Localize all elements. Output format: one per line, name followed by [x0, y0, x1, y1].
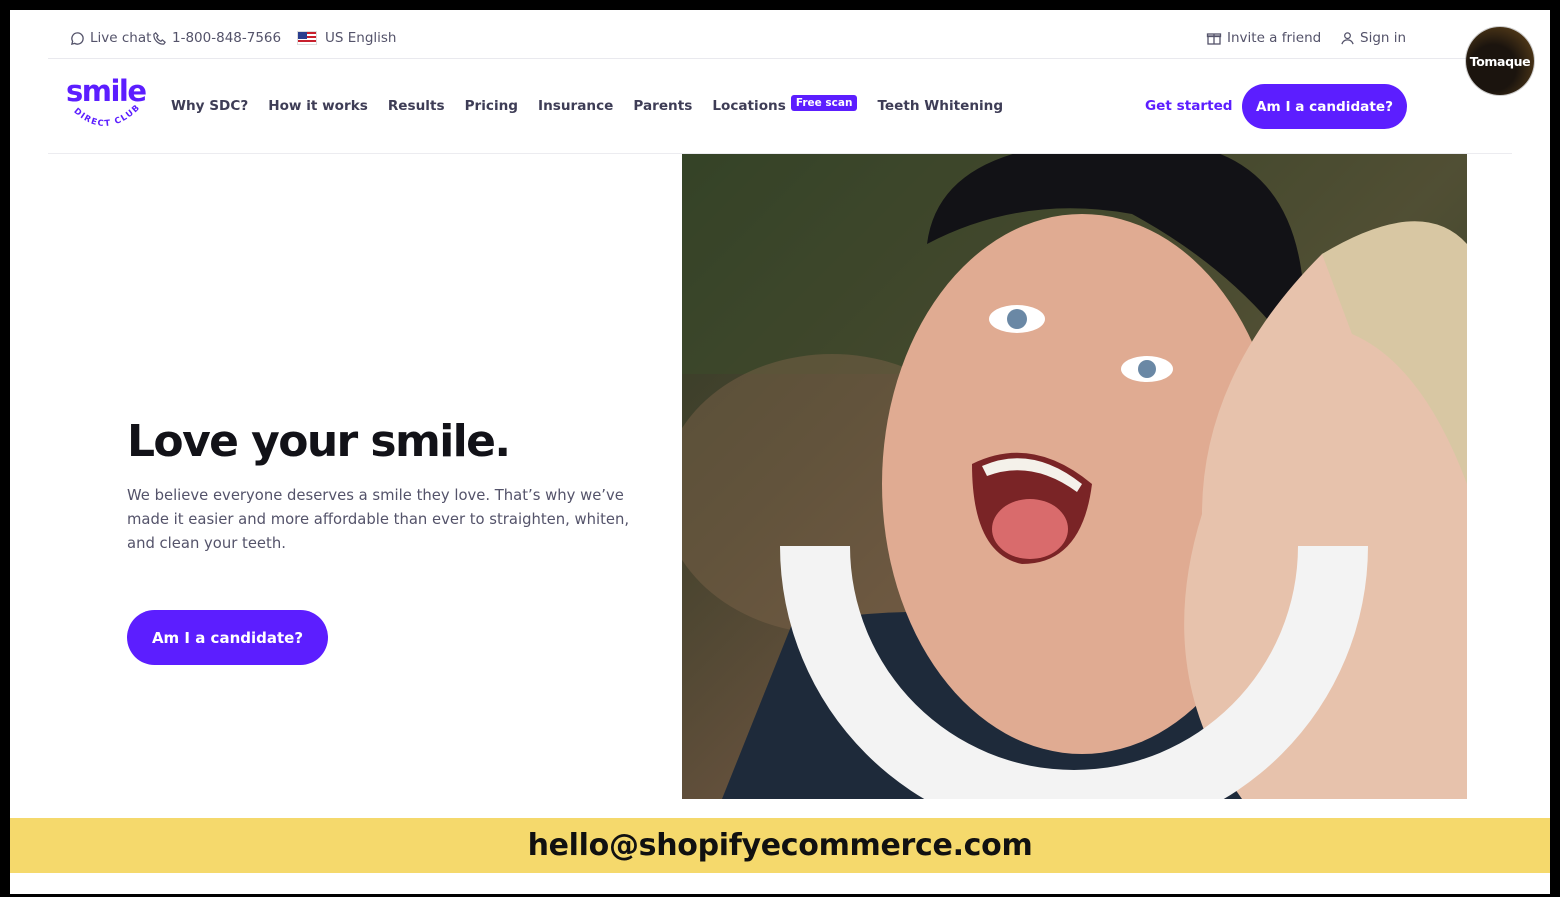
hero-candidate-label: Am I a candidate?: [151, 628, 304, 647]
sign-in-label: Sign in: [1360, 30, 1407, 46]
nav-link-locations[interactable]: Locations: [712, 98, 786, 114]
live-chat-link[interactable]: Live chat: [70, 30, 151, 46]
hero-photo: [682, 154, 1467, 799]
nav-links: Why SDC? How it works Results Pricing In…: [171, 95, 1023, 114]
logo-wordmark: smile: [66, 74, 147, 108]
nav-link-pricing[interactable]: Pricing: [465, 98, 518, 114]
logo-arc-text: DIRECT CLUB: [72, 104, 142, 128]
free-scan-badge[interactable]: Free scan: [790, 95, 858, 111]
nav-link-teeth-whitening[interactable]: Teeth Whitening: [877, 98, 1003, 114]
gift-icon: [1206, 33, 1222, 45]
utility-bar: Live chat 1-800-848-7566 US English Invi…: [48, 10, 1512, 59]
contact-email[interactable]: hello@shopifyecommerce.com: [528, 828, 1033, 863]
svg-text:DIRECT CLUB: DIRECT CLUB: [72, 104, 142, 128]
nav-link-insurance[interactable]: Insurance: [538, 98, 613, 114]
browser-viewport: Live chat 1-800-848-7566 US English Invi…: [10, 10, 1550, 894]
phone-number: 1-800-848-7566: [172, 30, 282, 46]
get-started-link[interactable]: Get started: [1145, 98, 1233, 114]
chat-bubble-icon: [70, 31, 84, 45]
contact-email-banner: hello@shopifyecommerce.com: [10, 818, 1550, 873]
language-label: US English: [325, 30, 397, 46]
bottom-strip: [0, 894, 1560, 907]
nav-link-how-it-works[interactable]: How it works: [268, 98, 368, 114]
avatar: Tomaque: [1466, 15, 1538, 95]
hero-description: We believe everyone deserves a smile the…: [127, 487, 630, 552]
main-navigation: smile DIRECT CLUB Why SDC? How it works …: [48, 60, 1512, 154]
sign-in-link[interactable]: Sign in: [1340, 30, 1406, 46]
avatar-label: Tomaque: [1469, 53, 1531, 69]
nav-candidate-label: Am I a candidate?: [1256, 98, 1393, 115]
invite-label: Invite a friend: [1227, 30, 1322, 46]
nav-candidate-button[interactable]: Am I a candidate?: [1242, 84, 1407, 129]
hero-title: Love your smile.: [127, 416, 511, 467]
invite-friend-link[interactable]: Invite a friend: [1206, 30, 1321, 46]
smile-direct-club-logo[interactable]: smile DIRECT CLUB: [66, 74, 148, 136]
user-icon: [1341, 31, 1354, 44]
hero-photo-illustration: [682, 154, 1467, 799]
hero-candidate-button[interactable]: Am I a candidate?: [127, 610, 328, 665]
phone-icon: [153, 31, 166, 45]
phone-link[interactable]: 1-800-848-7566: [152, 30, 281, 46]
nav-link-why-sdc[interactable]: Why SDC?: [171, 98, 248, 114]
language-selector[interactable]: US English: [297, 30, 397, 46]
nav-link-parents[interactable]: Parents: [633, 98, 692, 114]
us-flag-icon: [297, 31, 317, 45]
nav-link-results[interactable]: Results: [388, 98, 445, 114]
live-chat-label: Live chat: [90, 30, 152, 46]
